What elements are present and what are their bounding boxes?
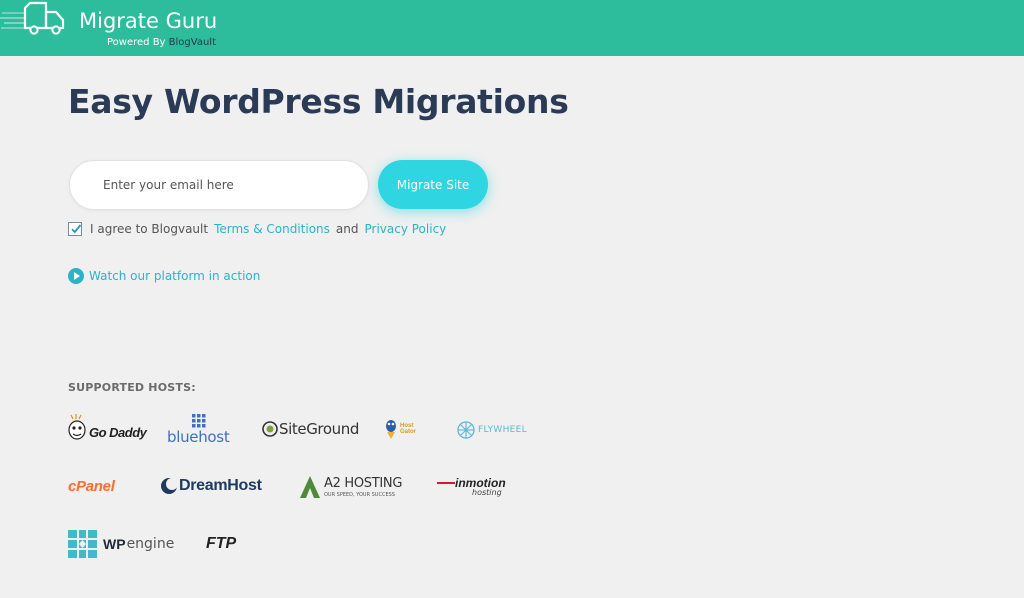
inmotion-swoosh-icon — [437, 482, 455, 484]
checkmark-icon — [71, 223, 82, 233]
ftp-wordmark: FTP — [206, 535, 237, 552]
watch-video-label: Watch our platform in action — [89, 269, 261, 283]
truck-icon — [0, 1, 65, 35]
migrate-site-button[interactable]: Migrate Site — [378, 160, 488, 209]
inmotion-logo: inmotion hosting — [437, 476, 506, 497]
wpengine-wp-mark: WP — [103, 536, 126, 552]
privacy-link[interactable]: Privacy Policy — [364, 222, 446, 236]
godaddy-logo: Go Daddy — [68, 414, 147, 444]
supported-hosts-title: SUPPORTED HOSTS: — [68, 381, 196, 394]
terms-link[interactable]: Terms & Conditions — [214, 222, 330, 236]
dreamhost-logo: DreamHost — [160, 477, 262, 495]
flywheel-wordmark: FLYWHEEL — [478, 425, 527, 435]
dreamhost-moon-icon — [161, 478, 178, 494]
flywheel-icon — [457, 421, 475, 439]
inmotion-tagline: hosting — [472, 488, 502, 497]
email-input[interactable] — [69, 160, 369, 210]
hostgator-wordmark: Host Gator — [400, 423, 417, 435]
page-title: Easy WordPress Migrations — [68, 82, 569, 121]
powered-by: Powered By BlogVault — [107, 37, 216, 48]
a2-hosting-logo: A2 HOSTING OUR SPEED, YOUR SUCCESS — [299, 475, 402, 499]
agree-and: and — [335, 221, 359, 236]
siteground-wordmark: SiteGround — [279, 420, 359, 438]
a2-hosting-icon — [300, 476, 320, 498]
brand-title: Migrate Guru — [79, 9, 218, 33]
wpengine-logo: WP engine — [68, 530, 174, 558]
a2-hosting-text: A2 HOSTING OUR SPEED, YOUR SUCCESS — [324, 476, 402, 498]
cpanel-logo: cPanel — [68, 478, 115, 495]
hostgator-mascot-icon — [386, 420, 396, 439]
hostgator-logo: Host Gator — [384, 418, 424, 440]
dreamhost-wordmark: DreamHost — [179, 477, 262, 494]
powered-by-brand: BlogVault — [168, 37, 216, 48]
ftp-logo: FTP — [206, 535, 236, 553]
siteground-icon — [262, 421, 278, 437]
play-icon — [68, 268, 84, 284]
flywheel-logo: FLYWHEEL — [457, 421, 527, 439]
watch-video-link[interactable]: Watch our platform in action — [68, 268, 260, 284]
a2-hosting-tagline: OUR SPEED, YOUR SUCCESS — [324, 492, 395, 498]
wpengine-grid-icon — [68, 530, 97, 558]
siteground-logo: SiteGround — [262, 420, 359, 438]
cpanel-wordmark: cPanel — [68, 478, 115, 495]
agree-text: I agree to Blogvault — [90, 221, 209, 236]
agree-checkbox[interactable] — [68, 221, 82, 236]
godaddy-wordmark: Go Daddy — [89, 424, 147, 440]
a2-hosting-wordmark: A2 HOSTING — [324, 476, 403, 491]
wpengine-wordmark: engine — [126, 536, 175, 552]
powered-by-prefix: Powered By — [107, 37, 169, 48]
agree-row: I agree to Blogvault Terms & Conditions … — [68, 220, 452, 237]
top-bar: Migrate Guru Powered By BlogVault — [0, 0, 1024, 56]
bluehost-grid-icon — [192, 414, 206, 428]
bluehost-wordmark: bluehost — [167, 428, 230, 446]
bluehost-logo: bluehost — [167, 414, 230, 446]
